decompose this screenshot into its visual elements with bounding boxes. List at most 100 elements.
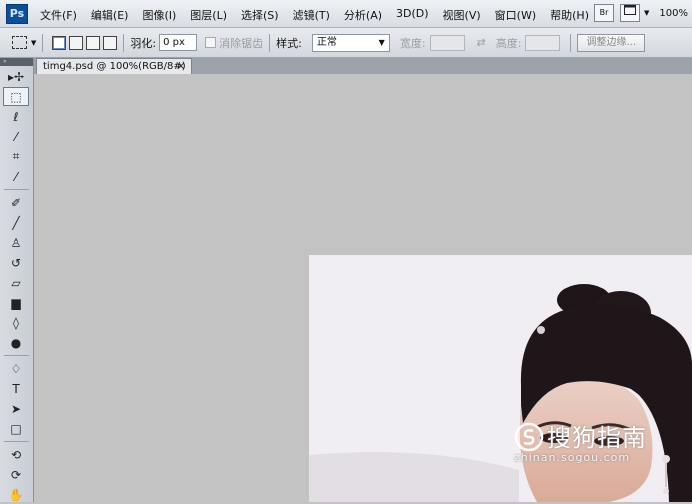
watermark-url: zhinan.sogou.com <box>514 451 631 464</box>
rect-marquee-tool-icon: ⬚ <box>10 89 22 104</box>
3d-orbit-tool[interactable]: ⟳ <box>3 465 29 484</box>
eyedropper-tool-icon: ⁄ <box>14 169 17 184</box>
menu-item[interactable]: 视图(V) <box>443 7 481 23</box>
menu-bar: Ps 文件(F) 编辑(E) 图像(I) 图层(L) 选择(S) 滤镜(T) 分析(A) 3D… <box>0 0 692 28</box>
portrait-illustration <box>309 255 692 502</box>
healing-brush-tool-icon: ✐ <box>10 195 22 210</box>
blur-tool[interactable]: ◊ <box>3 313 29 332</box>
width-label: 宽度: <box>399 36 426 50</box>
menu-item[interactable]: 滤镜(T) <box>293 7 330 23</box>
feather-label: 羽化: <box>130 36 157 50</box>
antialias-label: 消除锯齿 <box>219 36 264 50</box>
path-select-tool[interactable]: ➤ <box>3 399 29 418</box>
history-brush-tool-icon: ↺ <box>10 255 22 270</box>
3d-rotate-tool[interactable]: ⟲ <box>3 445 29 464</box>
eraser-tool[interactable]: ▱ <box>3 273 29 292</box>
tool-divider <box>4 355 29 356</box>
brush-tool-icon: ╱ <box>12 215 20 230</box>
photoshop-logo[interactable]: Ps <box>6 4 28 24</box>
divider <box>269 33 271 52</box>
swap-icon[interactable]: ⇄ <box>477 36 486 49</box>
bridge-button[interactable]: Br <box>594 4 615 22</box>
tools-panel-collapse-icon[interactable]: » <box>0 58 33 66</box>
menu-item[interactable]: 图像(I) <box>142 7 176 23</box>
history-brush-tool[interactable]: ↺ <box>3 253 29 272</box>
path-select-tool-icon: ➤ <box>10 401 22 416</box>
3d-rotate-tool-icon: ⟲ <box>10 447 22 462</box>
clone-stamp-tool[interactable]: ♙ <box>3 233 29 252</box>
menu-item[interactable]: 编辑(E) <box>91 7 129 23</box>
refine-edge-button[interactable]: 调整边缘... <box>577 33 646 52</box>
document-tab-title: timg4.psd @ 100%(RGB/8#) <box>43 61 186 72</box>
menu-item[interactable]: 窗口(W) <box>495 7 536 23</box>
menu-item[interactable]: 帮助(H) <box>550 7 589 23</box>
type-tool-icon: T <box>12 381 20 396</box>
move-tool[interactable]: ▸✢ <box>3 67 29 86</box>
watermark-label: 搜狗指南 <box>547 424 647 452</box>
tool-divider <box>4 441 29 442</box>
divider <box>123 33 125 52</box>
eyedropper-tool[interactable]: ⁄ <box>3 167 29 186</box>
screen-mode-button[interactable] <box>620 4 641 22</box>
pen-tool[interactable]: ♢ <box>3 359 29 378</box>
healing-brush-tool[interactable]: ✐ <box>3 193 29 212</box>
new-selection-button[interactable] <box>52 35 67 50</box>
move-tool-icon: ▸✢ <box>7 69 25 84</box>
intersect-selection-button[interactable] <box>103 35 118 50</box>
pen-tool-icon: ♢ <box>10 361 22 376</box>
shape-tool[interactable]: □ <box>3 419 29 438</box>
height-label: 高度: <box>495 36 522 50</box>
chevron-down-icon: ▼ <box>378 37 385 47</box>
main-menu: 文件(F) 编辑(E) 图像(I) 图层(L) 选择(S) 滤镜(T) 分析(A) 3D(D)… <box>40 7 603 23</box>
type-tool[interactable]: T <box>3 379 29 398</box>
marquee-preset-icon[interactable] <box>12 36 27 49</box>
width-input[interactable] <box>429 34 465 51</box>
style-select[interactable]: 正常 ▼ <box>311 33 390 52</box>
preset-caret-icon[interactable]: ▼ <box>31 39 36 47</box>
lasso-tool-icon: ℓ <box>13 109 19 124</box>
style-value: 正常 <box>316 36 337 48</box>
menu-item[interactable]: 文件(F) <box>40 7 77 23</box>
quick-select-tool[interactable]: ⁄ <box>3 127 29 146</box>
hand-tool-icon: ✋ <box>8 487 24 502</box>
crop-tool-icon: ⌗ <box>12 149 20 163</box>
tool-list: ▸✢ ⬚ ℓ ⁄ ⌗ ⁄ ✐ ╱ ♙ ↺ ▱ ▆ ◊ ● ♢ T ➤ □ ⟲ ⟳ ✋ <box>0 67 33 504</box>
menu-item[interactable]: 分析(A) <box>344 7 382 23</box>
gradient-tool[interactable]: ▆ <box>3 293 29 312</box>
height-input[interactable] <box>525 34 561 51</box>
feather-input[interactable]: 0 px <box>159 34 198 51</box>
divider <box>570 33 572 52</box>
screen-mode-caret-icon[interactable]: ▼ <box>644 9 649 17</box>
document-canvas[interactable]: 搜狗指南 zhinan.sogou.com <box>34 74 692 502</box>
blur-tool-icon: ◊ <box>13 315 19 330</box>
crop-tool[interactable]: ⌗ <box>3 147 29 166</box>
rect-marquee-tool[interactable]: ⬚ <box>3 87 29 106</box>
shape-tool-icon: □ <box>10 421 22 436</box>
watermark-text: 搜狗指南 <box>514 418 647 453</box>
add-to-selection-button[interactable] <box>69 35 84 50</box>
screen-mode-icon <box>624 5 637 15</box>
style-label: 样式: <box>276 36 302 50</box>
zoom-level[interactable]: 100% <box>659 8 688 19</box>
subtract-from-selection-button[interactable] <box>86 35 101 50</box>
close-icon[interactable]: × <box>177 59 185 74</box>
application-bar: Br ▼ 100% <box>588 4 688 22</box>
eraser-tool-icon: ▱ <box>11 275 21 290</box>
3d-orbit-tool-icon: ⟳ <box>10 467 22 482</box>
lasso-tool[interactable]: ℓ <box>3 107 29 126</box>
menu-item[interactable]: 图层(L) <box>190 7 227 23</box>
antialias-checkbox[interactable] <box>205 37 217 48</box>
menu-item[interactable]: 选择(S) <box>241 7 279 23</box>
options-bar: ▼ 羽化: 0 px 消除锯齿 样式: 正常 ▼ 宽度: ⇄ 高度: 调整边缘.… <box>0 28 692 58</box>
menu-item[interactable]: 3D(D) <box>396 7 429 23</box>
document-tab[interactable]: timg4.psd @ 100%(RGB/8#) × <box>36 58 192 75</box>
gradient-tool-icon: ▆ <box>11 295 21 310</box>
dodge-tool[interactable]: ● <box>3 333 29 352</box>
divider <box>42 33 44 52</box>
document-tab-strip: timg4.psd @ 100%(RGB/8#) × <box>34 58 692 75</box>
quick-select-tool-icon: ⁄ <box>14 129 17 144</box>
brush-tool[interactable]: ╱ <box>3 213 29 232</box>
tool-divider <box>4 189 29 190</box>
dodge-tool-icon: ● <box>10 335 22 350</box>
hand-tool[interactable]: ✋ <box>3 485 29 504</box>
